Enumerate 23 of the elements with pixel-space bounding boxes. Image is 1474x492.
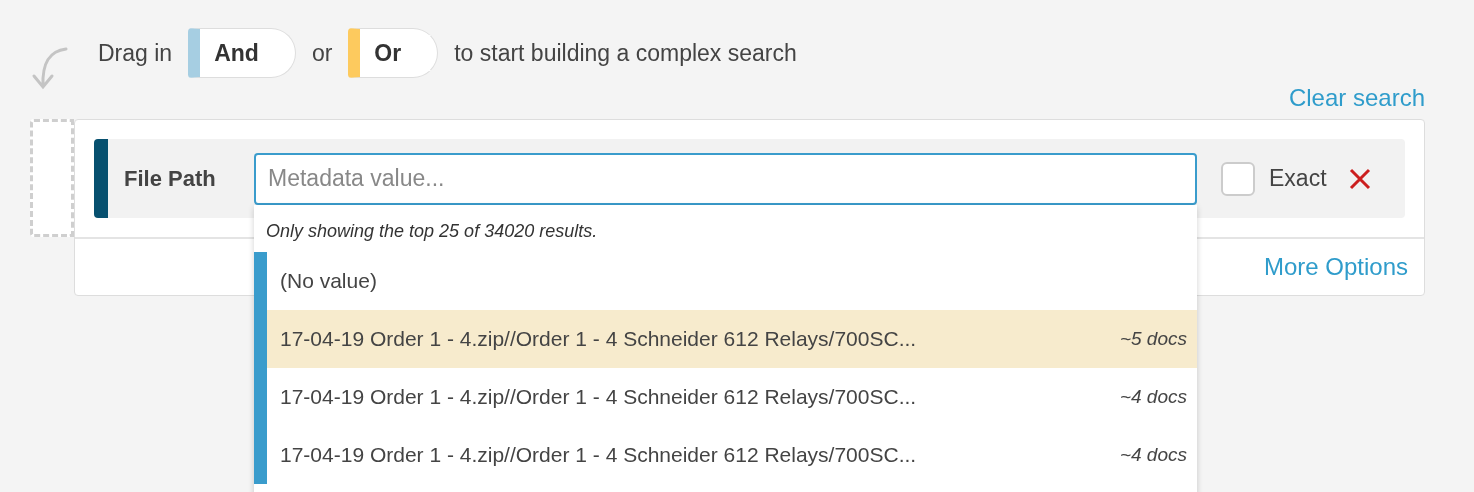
exact-label: Exact <box>1269 165 1327 192</box>
suggestion-label: 17-04-19 Order 1 - 4.zip//Order 1 - 4 Schneider 612 Relays/700SC... <box>280 442 917 467</box>
results-note: Only showing the top 25 of 34020 results. <box>265 219 599 243</box>
curved-arrow-icon <box>30 46 70 92</box>
doc-count: ~4 docs <box>1119 443 1187 466</box>
suggestion-label: 17-04-19 Order 1 - 4.zip//Order 1 - 4 Schneider 612 Relays/700SC... <box>280 326 917 351</box>
suggestion-label: (No value) <box>280 268 377 293</box>
field-label: File Path <box>124 165 217 192</box>
suggestion-item[interactable]: 17-04-19 Order 1 - 4.zip//Order 1 - 4 Schneider 612 Relays/700SC... ~4 docs <box>267 367 1197 426</box>
operator-chip[interactable]: Or <box>348 28 439 78</box>
doc-count: ~4 docs <box>1119 385 1187 408</box>
suggestion-item[interactable]: 17-04-19 Order 1 - 4.zip//Order 1 - 4 Schneider 612 Relays/700SC... ~4 docs <box>267 425 1197 484</box>
hint-text: or <box>311 39 333 67</box>
exact-checkbox[interactable] <box>1221 161 1255 196</box>
suggestion-label: 17-04-19 Order 1 - 4.zip//Order 1 - 4 Schneider 612 Relays/700SC... <box>280 384 917 409</box>
hint-text: to start building a complex search <box>454 39 797 67</box>
remove-icon[interactable] <box>1348 167 1371 190</box>
suggestion-item[interactable]: (No value) <box>267 251 1197 310</box>
metadata-value-field[interactable]: Metadata value... <box>254 152 1197 205</box>
hint-text: Drag in <box>98 39 173 67</box>
operator-chip[interactable]: And <box>188 28 296 78</box>
suggestion-item[interactable]: 17-04-19 Order 1 - 4.zip//Order 1 - 4 Schneider 612 Relays/700SC... ~5 docs <box>267 309 1197 368</box>
doc-count: ~5 docs <box>1119 327 1187 350</box>
